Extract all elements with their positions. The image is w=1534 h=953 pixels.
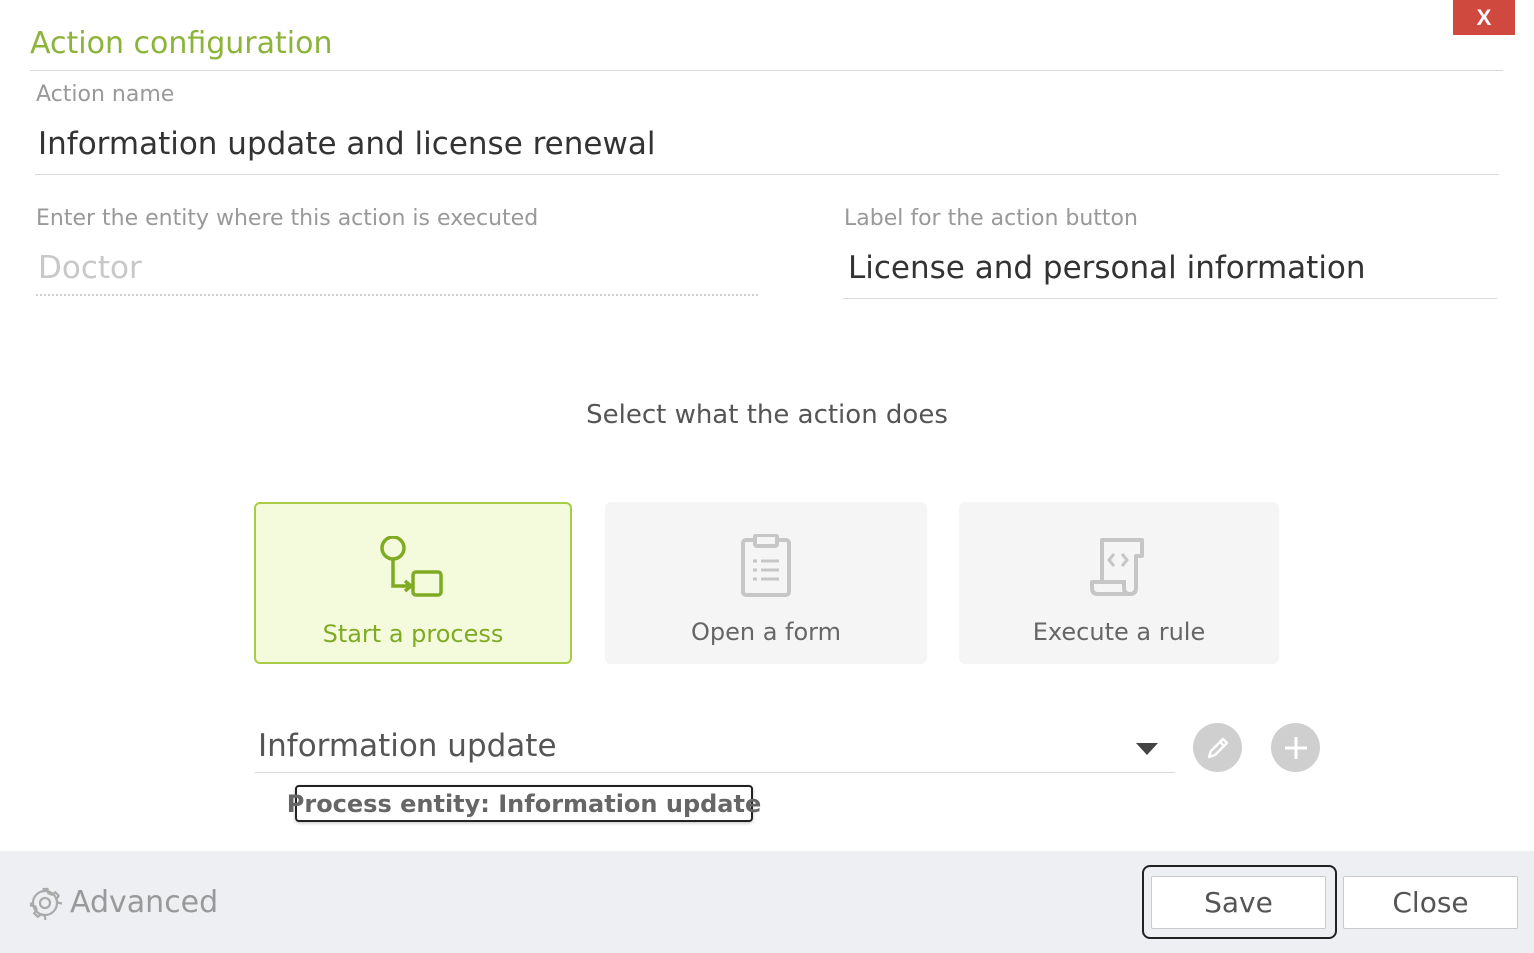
advanced-label: Advanced	[70, 885, 219, 920]
plus-icon	[1284, 736, 1307, 759]
edit-process-button[interactable]	[1193, 723, 1242, 772]
button-label-underline	[843, 298, 1497, 299]
open-form-label: Open a form	[690, 618, 842, 646]
action-name-input[interactable]: Information update and license renewal	[38, 126, 655, 162]
button-label-label: Label for the action button	[844, 206, 1138, 231]
execute-rule-label: Execute a rule	[1032, 618, 1206, 646]
dialog-title: Action configuration	[30, 26, 333, 61]
entity-input[interactable]: Doctor	[38, 250, 142, 286]
entity-underline	[36, 294, 758, 296]
process-tooltip: Process entity: Information update	[287, 785, 761, 822]
chevron-down-icon[interactable]	[1136, 743, 1158, 755]
process-select[interactable]: Information update	[258, 728, 557, 764]
action-type-heading: Select what the action does	[586, 400, 948, 430]
process-icon	[378, 536, 448, 600]
clipboard-icon	[731, 534, 801, 598]
title-divider	[30, 70, 1503, 71]
open-form-option[interactable]: Open a form	[605, 502, 927, 664]
gear-icon	[29, 887, 62, 920]
entity-label: Enter the entity where this action is ex…	[36, 206, 539, 231]
dialog-close-button[interactable]: X	[1453, 0, 1515, 35]
start-process-label: Start a process	[322, 620, 504, 648]
close-button[interactable]: Close	[1343, 876, 1518, 929]
save-button[interactable]: Save	[1151, 876, 1326, 929]
start-process-option[interactable]: Start a process	[254, 502, 572, 664]
add-process-button[interactable]	[1271, 723, 1320, 772]
action-name-underline	[35, 174, 1499, 175]
script-icon	[1084, 534, 1154, 598]
action-name-label: Action name	[36, 82, 175, 107]
button-label-input[interactable]: License and personal information	[848, 250, 1366, 286]
execute-rule-option[interactable]: Execute a rule	[959, 502, 1279, 664]
advanced-button[interactable]: Advanced	[28, 885, 218, 920]
process-select-underline	[255, 772, 1175, 773]
pencil-icon	[1207, 737, 1228, 758]
